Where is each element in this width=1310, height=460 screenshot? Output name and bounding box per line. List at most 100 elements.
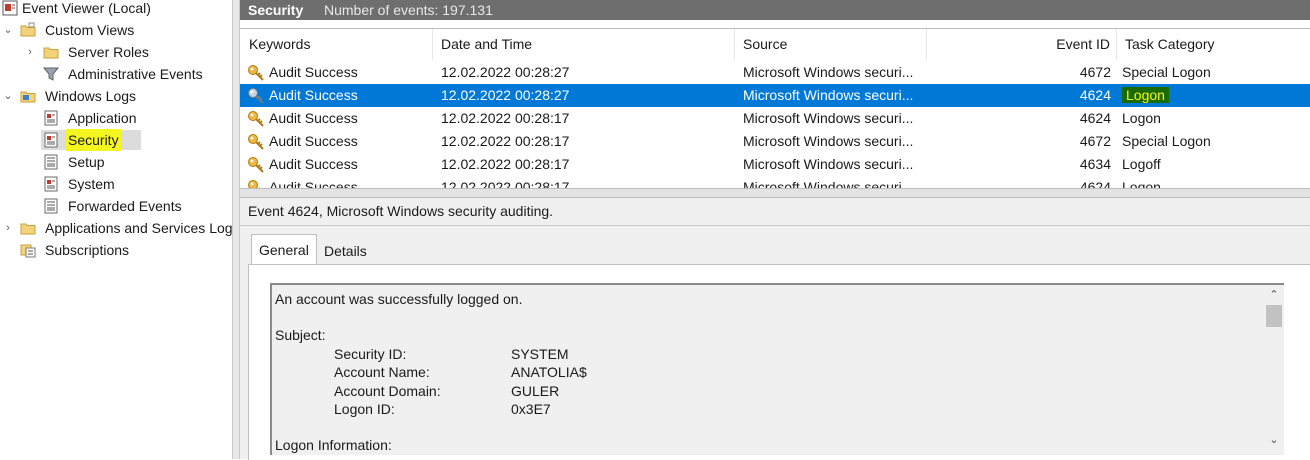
log-icon <box>44 198 58 214</box>
table-row[interactable]: Audit Success 12.02.2022 00:28:27 Microsof… <box>240 61 1310 84</box>
scrollbar-thumb[interactable] <box>1266 305 1282 327</box>
cell-event-id: 4672 <box>1079 64 1111 80</box>
vertical-splitter[interactable] <box>232 0 240 459</box>
task-category-text: Logoff <box>1122 156 1161 172</box>
task-category-text: Logon <box>1122 110 1161 126</box>
log-icon <box>44 110 58 126</box>
cell-keywords: Audit Success <box>269 64 358 80</box>
cell-keywords: Audit Success <box>269 133 358 149</box>
tab-general[interactable]: General <box>251 234 317 264</box>
field-value: SYSTEM <box>511 346 569 362</box>
scroll-down-icon[interactable]: ⌄ <box>1264 433 1284 446</box>
divider <box>240 225 1310 226</box>
folder-icon <box>43 47 59 59</box>
general-tab-panel: An account was successfully logged on. S… <box>248 264 1310 460</box>
tree-root-label: Event Viewer (Local) <box>22 0 151 16</box>
task-category-text: Special Logon <box>1122 133 1211 149</box>
tree-label-server-roles: Server Roles <box>68 44 149 60</box>
cell-source: Microsoft Windows securi... <box>743 110 914 126</box>
cell-source: Microsoft Windows securi... <box>743 133 914 149</box>
cell-task-category: Special Logon <box>1122 130 1211 153</box>
column-date-time[interactable]: Date and Time <box>433 29 735 60</box>
cell-event-id: 4634 <box>1079 156 1111 172</box>
task-category-highlight: Logon <box>1122 87 1169 103</box>
cell-event-id: 4624 <box>1079 87 1111 103</box>
tree-label-subscriptions: Subscriptions <box>45 242 130 258</box>
tab-details[interactable]: Details <box>317 236 374 266</box>
field-label: Account Name: <box>334 364 430 380</box>
cell-source: Microsoft Windows securi... <box>743 156 914 172</box>
column-event-id[interactable]: Event ID <box>927 29 1117 60</box>
cell-task-category: Logon <box>1122 84 1169 107</box>
table-row[interactable]: Audit Success 12.02.2022 00:28:17 Microsof… <box>240 130 1310 153</box>
chevron-right-icon[interactable]: › <box>2 217 14 239</box>
custom-views-folder-icon <box>20 22 36 37</box>
cell-date-time: 12.02.2022 00:28:27 <box>441 87 570 103</box>
cell-task-category: Special Logon <box>1122 61 1211 84</box>
log-icon <box>44 176 58 192</box>
message-next-section: Logon Information: <box>275 437 392 453</box>
tree-label-security: Security <box>66 129 121 151</box>
field-value: 0x3E7 <box>511 401 551 417</box>
field-value: ANATOLIA$ <box>511 364 587 380</box>
field-label: Logon ID: <box>334 401 395 417</box>
event-detail-title: Event 4624, Microsoft Windows security a… <box>248 203 554 219</box>
tree-label-setup: Setup <box>68 154 105 170</box>
cell-task-category: Logon <box>1122 107 1161 130</box>
folder-icon <box>20 223 36 235</box>
cell-task-category: Logoff <box>1122 153 1161 176</box>
log-name: Security <box>248 2 304 18</box>
log-icon <box>44 132 58 148</box>
chevron-down-icon[interactable]: ⌄ <box>2 19 14 41</box>
event-detail-pane: Event 4624, Microsoft Windows security a… <box>240 198 1310 460</box>
message-subject: Subject: <box>275 327 326 343</box>
column-task-category[interactable]: Task Category <box>1117 29 1310 60</box>
field-label: Account Domain: <box>334 383 441 399</box>
event-viewer-icon <box>2 0 18 16</box>
key-icon <box>248 111 264 127</box>
scroll-up-icon[interactable]: ⌃ <box>1264 288 1284 301</box>
log-icon <box>44 154 58 170</box>
log-header: Security Number of events: 197.131 <box>240 0 1310 20</box>
column-keywords[interactable]: Keywords <box>240 29 433 60</box>
task-category-text: Special Logon <box>1122 64 1211 80</box>
chevron-right-icon[interactable]: › <box>24 41 36 63</box>
column-source[interactable]: Source <box>735 29 927 60</box>
chevron-down-icon[interactable]: ⌄ <box>2 85 14 107</box>
cell-event-id: 4624 <box>1079 110 1111 126</box>
event-message-box[interactable]: An account was successfully logged on. S… <box>270 283 1284 455</box>
cell-keywords: Audit Success <box>269 110 358 126</box>
cell-keywords: Audit Success <box>269 156 358 172</box>
cell-date-time: 12.02.2022 00:28:17 <box>441 110 570 126</box>
events-table: Keywords Date and Time Source Event ID T… <box>240 28 1310 189</box>
cell-event-id: 4672 <box>1079 133 1111 149</box>
windows-logs-folder-icon <box>20 91 36 103</box>
key-icon <box>248 157 264 173</box>
tree-label-windows-logs: Windows Logs <box>45 88 137 104</box>
message-line: An account was successfully logged on. <box>275 291 523 307</box>
navigation-tree: Event Viewer (Local) ⌄ Custom Views › Se… <box>0 0 232 459</box>
cell-keywords: Audit Success <box>269 87 358 103</box>
key-icon <box>248 65 264 81</box>
horizontal-splitter[interactable] <box>240 188 1310 198</box>
event-count: Number of events: 197.131 <box>324 2 493 18</box>
cell-date-time: 12.02.2022 00:28:17 <box>441 133 570 149</box>
table-row[interactable]: Audit Success 12.02.2022 00:28:27 Microsof… <box>240 84 1310 107</box>
tree-label-system: System <box>68 176 115 192</box>
tree-label-application: Application <box>68 110 137 126</box>
field-value: GULER <box>511 383 560 399</box>
table-row[interactable]: Audit Success 12.02.2022 00:28:17 Microsof… <box>240 153 1310 176</box>
key-icon <box>248 88 264 104</box>
cell-date-time: 12.02.2022 00:28:17 <box>441 156 570 172</box>
cell-date-time: 12.02.2022 00:28:27 <box>441 64 570 80</box>
tree-label-administrative-events: Administrative Events <box>68 66 203 82</box>
subscriptions-icon <box>20 244 36 258</box>
tree-label-forwarded-events: Forwarded Events <box>68 198 182 214</box>
tree-label-applications-and-services: Applications and Services Log <box>45 220 232 236</box>
cell-source: Microsoft Windows securi... <box>743 87 914 103</box>
tree-label-custom-views: Custom Views <box>45 22 135 38</box>
message-scrollbar[interactable]: ⌃ ⌄ <box>1264 285 1284 455</box>
cell-source: Microsoft Windows securi... <box>743 64 914 80</box>
table-row[interactable]: Audit Success 12.02.2022 00:28:17 Microsof… <box>240 107 1310 130</box>
filter-icon <box>43 67 59 81</box>
